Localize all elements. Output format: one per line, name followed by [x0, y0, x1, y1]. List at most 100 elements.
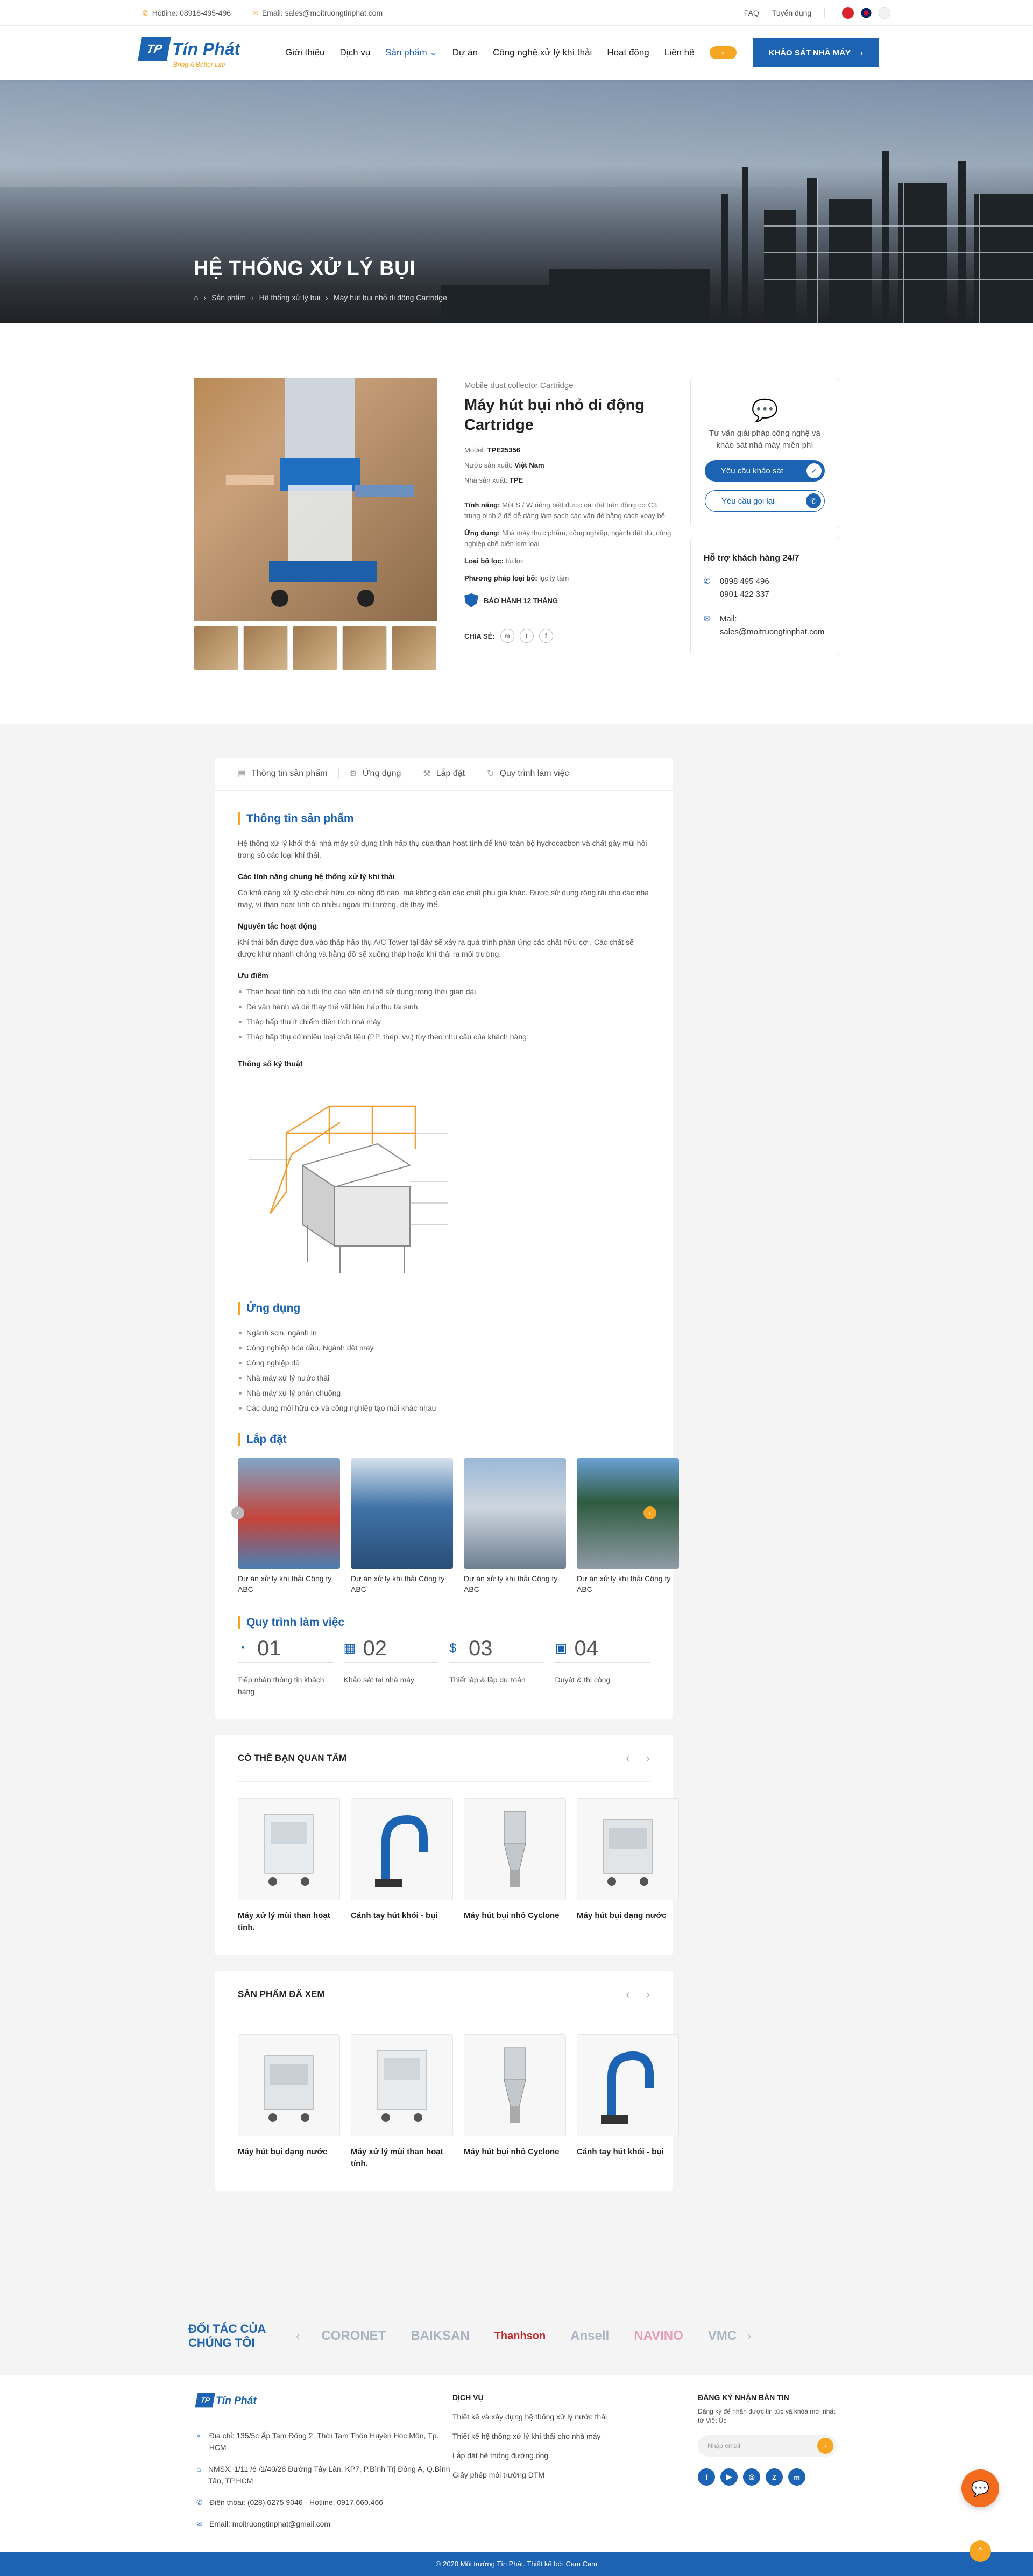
tab-install[interactable]: ⚒ Lắp đặt: [412, 768, 477, 779]
install-item[interactable]: Dự án xử lý khí thải Công ty ABC: [464, 1458, 566, 1595]
twitter-icon[interactable]: t: [519, 629, 534, 643]
product-card[interactable]: Máy hút bụi dạng nước: [577, 1798, 679, 1934]
footer-service-link[interactable]: Giấy phép môi trường DTM: [452, 2471, 698, 2479]
facebook-icon[interactable]: f: [539, 629, 553, 643]
footer-service-link[interactable]: Thiết kế và xây dựng hệ thống xử lý nước…: [452, 2412, 698, 2421]
hotline[interactable]: ✆ Hotline: 08918-495-496: [143, 9, 231, 18]
product-thumbnail[interactable]: [243, 626, 288, 670]
flag-en-icon[interactable]: [860, 7, 873, 19]
gear-icon: ⚙: [349, 769, 357, 779]
product-card[interactable]: Máy hút bụi dạng nước: [238, 2034, 340, 2170]
product-name: Cánh tay hút khói - bụi: [351, 1911, 438, 1920]
product-card[interactable]: Cánh tay hút khói - bụi: [577, 2034, 679, 2170]
next-arrow-icon[interactable]: ›: [646, 1987, 650, 2001]
breadcrumb-category[interactable]: Hệ thống xử lý bụi: [259, 293, 321, 302]
tab-product-info[interactable]: ▤ Thông tin sản phẩm: [238, 768, 339, 779]
back-to-top-button[interactable]: ⌃: [970, 2540, 991, 2562]
product-feature: Tính năng: Một S / W riêng biệt được cài…: [464, 500, 672, 521]
nav-item-projects[interactable]: Dự án: [452, 47, 478, 58]
product-thumbnail[interactable]: [392, 626, 436, 670]
arrow-right-icon[interactable]: ›: [817, 2438, 833, 2454]
search-icon: ⌕: [721, 48, 725, 56]
share-label: CHIA SẺ:: [464, 632, 495, 640]
nav-item-about[interactable]: Giới thiệu: [285, 47, 325, 58]
product-card[interactable]: Cánh tay hút khói - bụi: [351, 1798, 453, 1934]
viewed-products: SẢN PHẨM ĐÃ XEM ‹ › Máy hút bụi dạng nước…: [215, 1971, 679, 2191]
nav-item-technology[interactable]: Công nghệ xử lý khí thải: [493, 47, 592, 58]
process-step: ▣ 04 Duyệt & thi công: [555, 1637, 650, 1697]
support-phone-1[interactable]: 0898 495 496: [720, 575, 769, 588]
tab-process[interactable]: ↻ Quy trình làm việc: [476, 768, 579, 779]
process-step: ◔ 01 Tiếp nhận thông tin khách hàng: [238, 1638, 333, 1697]
request-call-button[interactable]: Yêu cầu gọi lại ✆: [704, 490, 825, 512]
list-item: Nhà máy xử lý nước thải: [238, 1372, 650, 1384]
footer-email[interactable]: Email: moitruongtinphat@gmail.com: [209, 2518, 330, 2530]
product-model: Model: TPE25356: [464, 443, 672, 458]
faq-link[interactable]: FAQ: [744, 9, 759, 17]
footer-service-link[interactable]: Thiết kế hệ thống xử lý khí thải cho nhà…: [452, 2432, 698, 2440]
support-phone-2[interactable]: 0901 422 337: [720, 588, 769, 601]
tab-application[interactable]: ⚙ Ứng dụng: [339, 768, 413, 779]
nav-item-contact[interactable]: Liên hệ: [664, 47, 695, 58]
product-card[interactable]: Máy hút bụi nhỏ Cyclone: [464, 1798, 566, 1934]
product-image: [577, 1798, 679, 1900]
install-item[interactable]: Dự án xử lý khí thải Công ty ABC: [351, 1458, 453, 1595]
footer-logo[interactable]: TP Tín Phát: [195, 2393, 274, 2409]
footer-service-link[interactable]: Lắp đặt hệ thống đường ống: [452, 2451, 698, 2460]
chat-widget-button[interactable]: 💬: [961, 2469, 999, 2507]
search-button[interactable]: ⌕: [709, 46, 737, 59]
prev-arrow-icon[interactable]: ‹: [626, 1751, 629, 1765]
breadcrumb-products[interactable]: Sản phẩm: [211, 293, 246, 302]
product-thumbnail[interactable]: [194, 626, 238, 670]
product-card[interactable]: Máy hút bụi nhỏ Cyclone: [464, 2034, 566, 2170]
product-name: Máy hút bụi dạng nước: [577, 1911, 667, 1920]
install-item[interactable]: Dự án xử lý khí thải Công ty ABC: [238, 1458, 340, 1595]
home-icon[interactable]: ⌂: [194, 293, 198, 302]
nav-item-services[interactable]: Dịch vụ: [340, 47, 371, 58]
section-heading-application: Ứng dụng: [238, 1302, 650, 1315]
location-icon: ⌖: [196, 2431, 201, 2440]
recruit-link[interactable]: Tuyển dụng: [772, 9, 811, 17]
partner-logo[interactable]: NAVINO: [634, 2329, 683, 2344]
facebook-icon[interactable]: f: [698, 2468, 716, 2486]
step-number: 04: [574, 1637, 599, 1660]
partner-logo[interactable]: CORONET: [321, 2329, 386, 2344]
survey-cta-button[interactable]: KHẢO SÁT NHÀ MÁY ›: [752, 38, 880, 67]
newsletter-input[interactable]: Nhập email ›: [698, 2435, 837, 2457]
product-card[interactable]: Máy xử lý mùi than hoạt tính.: [351, 2034, 453, 2170]
partner-logo[interactable]: VMC: [708, 2329, 737, 2344]
next-arrow-icon[interactable]: ›: [747, 2329, 751, 2343]
messenger-icon[interactable]: m: [500, 629, 514, 643]
next-arrow-icon[interactable]: ›: [646, 1751, 650, 1765]
install-photo: [351, 1458, 453, 1569]
logo[interactable]: TP Tín Phát Bring A Better Life: [138, 37, 269, 68]
partner-logo[interactable]: Thanhson: [494, 2330, 546, 2343]
prev-arrow-icon[interactable]: ‹: [231, 1506, 244, 1519]
product-card[interactable]: Máy xử lý mùi than hoạt tính.: [238, 1798, 340, 1934]
product-main-image[interactable]: [194, 378, 437, 621]
partner-logo[interactable]: Ansell: [570, 2329, 609, 2344]
usage-label: Ứng dụng:: [464, 529, 500, 537]
nav-item-products[interactable]: Sản phẩm ⌄: [385, 47, 437, 58]
request-survey-button[interactable]: Yêu cầu khảo sát ✓: [704, 460, 825, 482]
prev-arrow-icon[interactable]: ‹: [626, 1987, 629, 2001]
email[interactable]: ✉ Email: sales@moitruongtinphat.com: [252, 9, 383, 18]
instagram-icon[interactable]: ◎: [743, 2468, 761, 2486]
product-thumbnail[interactable]: [293, 626, 337, 670]
support-mail[interactable]: sales@moitruongtinphat.com: [720, 626, 825, 639]
origin-label: Nước sản xuất:: [464, 461, 513, 469]
messenger-icon[interactable]: m: [788, 2468, 806, 2486]
nav-item-activities[interactable]: Hoạt động: [607, 47, 649, 58]
install-caption: Dự án xử lý khí thải Công ty ABC: [351, 1574, 445, 1594]
flag-vn-icon[interactable]: [842, 7, 854, 19]
flag-kr-icon[interactable]: [879, 7, 890, 19]
next-arrow-icon[interactable]: ›: [643, 1506, 656, 1519]
zalo-icon[interactable]: Z: [766, 2468, 783, 2486]
prev-arrow-icon[interactable]: ‹: [296, 2329, 300, 2343]
install-item[interactable]: Dự án xử lý khí thải Công ty ABC: [577, 1458, 679, 1595]
list-item: Tháp hấp thụ có nhiều loại chất liệu (PP…: [238, 1031, 650, 1043]
youtube-icon[interactable]: ▶: [720, 2468, 738, 2486]
partner-logo[interactable]: BAIKSAN: [411, 2329, 469, 2344]
footer-phone[interactable]: Điện thoại: (028) 6275 9046 - Hotline: 0…: [209, 2496, 383, 2508]
product-thumbnail[interactable]: [342, 626, 387, 670]
